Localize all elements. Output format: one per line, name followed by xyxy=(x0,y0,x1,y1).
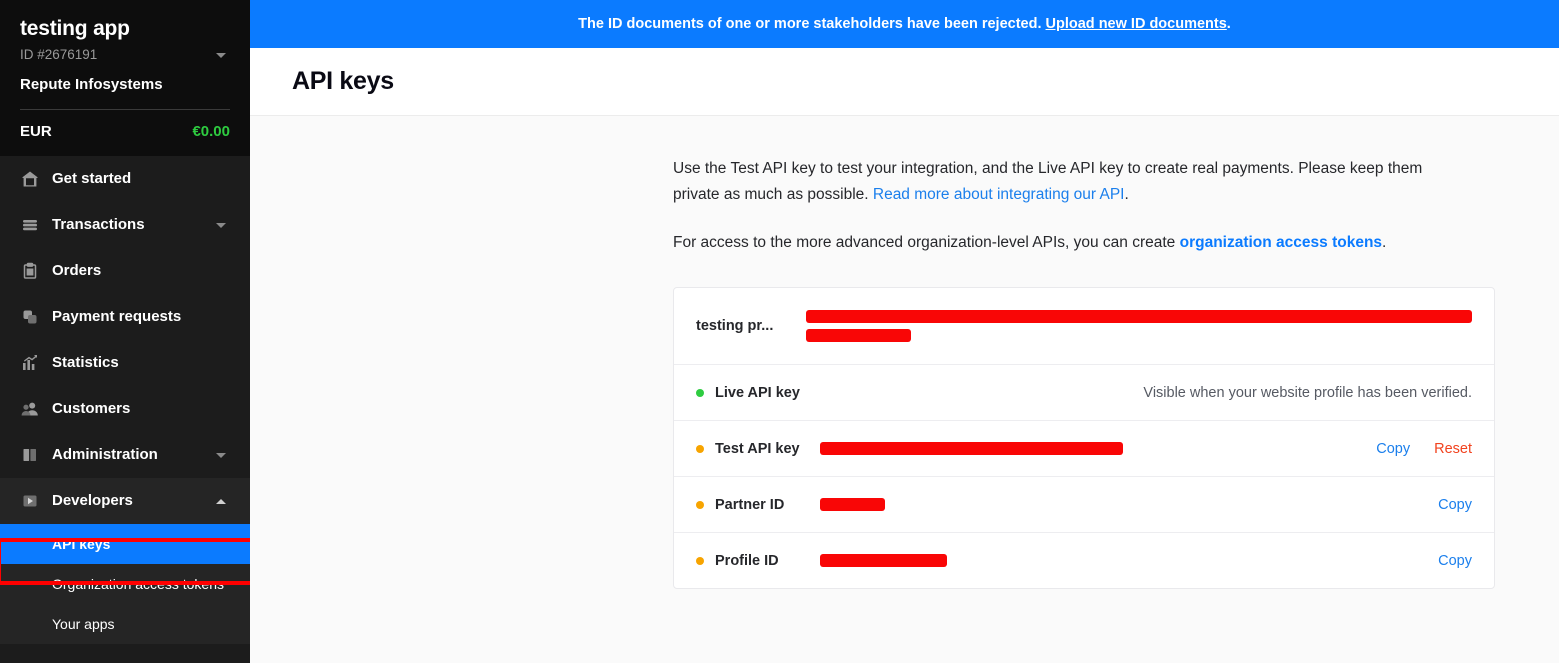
main-area: The ID documents of one or more stakehol… xyxy=(250,0,1559,663)
sidebar-item-transactions[interactable]: Transactions xyxy=(0,202,250,248)
balance-row: EUR €0.00 xyxy=(0,110,250,156)
bar-chart-icon xyxy=(20,353,40,373)
redaction-bar xyxy=(806,329,911,342)
redaction-bar xyxy=(806,310,1472,323)
profile-name: testing pr... xyxy=(696,318,774,334)
copy-button[interactable]: Copy xyxy=(1438,497,1472,513)
stack-icon xyxy=(20,215,40,235)
chevron-down-icon[interactable] xyxy=(216,52,226,58)
profile-row: testing pr... xyxy=(674,288,1494,364)
live-key-note: Visible when your website profile has be… xyxy=(1143,384,1472,401)
intro-text-2b: . xyxy=(1382,234,1387,251)
table-row-profile-id: Profile ID Copy xyxy=(674,532,1494,588)
chevron-up-icon[interactable] xyxy=(216,498,226,504)
reset-button[interactable]: Reset xyxy=(1434,441,1472,457)
people-icon xyxy=(20,399,40,419)
sidebar-item-api-keys[interactable]: API keys xyxy=(0,524,250,564)
sidebar-item-payment-requests[interactable]: Payment requests xyxy=(0,294,250,340)
sidebar-item-label: Get started xyxy=(52,170,132,187)
row-actions: Copy xyxy=(1438,553,1472,569)
row-label: Live API key xyxy=(715,384,800,401)
content-inner: Use the Test API key to test your integr… xyxy=(673,156,1495,589)
sidebar-subitem-label: Organization access tokens xyxy=(52,576,224,592)
table-row-partner-id: Partner ID Copy xyxy=(674,476,1494,532)
profile-redacted-value xyxy=(806,310,1472,342)
sidebar-item-label: Administration xyxy=(52,446,158,463)
sidebar-section-developers: Developers API keys Organization access … xyxy=(0,478,250,644)
status-dot-green xyxy=(696,388,704,397)
status-dot-amber xyxy=(696,556,704,565)
balance-amount: €0.00 xyxy=(192,123,230,140)
redaction-bar xyxy=(820,442,1123,455)
sidebar-item-label: Statistics xyxy=(52,354,119,371)
sidebar-item-customers[interactable]: Customers xyxy=(0,386,250,432)
balance-currency: EUR xyxy=(20,123,52,140)
clipboard-icon xyxy=(20,261,40,281)
sidebar-item-label: Orders xyxy=(52,262,102,279)
sidebar: testing app ID #2676191 Repute Infosyste… xyxy=(0,0,250,663)
chevron-down-icon[interactable] xyxy=(216,452,226,458)
status-dot-amber xyxy=(696,444,704,453)
api-keys-card: testing pr... Live API key Visible when … xyxy=(673,287,1495,589)
code-icon xyxy=(20,491,40,511)
sidebar-item-orders[interactable]: Orders xyxy=(0,248,250,294)
redaction-bar xyxy=(820,498,885,511)
intro-text-2a: For access to the more advanced organiza… xyxy=(673,234,1180,251)
book-icon xyxy=(20,445,40,465)
chevron-down-icon[interactable] xyxy=(216,222,226,228)
app-root: testing app ID #2676191 Repute Infosyste… xyxy=(0,0,1559,663)
organization-access-tokens-link[interactable]: organization access tokens xyxy=(1180,234,1382,251)
sidebar-item-your-apps[interactable]: Your apps xyxy=(0,604,250,644)
page-header: API keys xyxy=(250,48,1559,116)
sidebar-nav: Get started Transactions Orders Payment … xyxy=(0,156,250,644)
brand-id-row[interactable]: ID #2676191 xyxy=(20,46,230,64)
copy-button[interactable]: Copy xyxy=(1376,441,1410,457)
row-actions: Copy xyxy=(1438,497,1472,513)
sidebar-subitem-label: Your apps xyxy=(52,616,115,632)
intro-paragraph-2: For access to the more advanced organiza… xyxy=(673,230,1463,256)
page-content: Use the Test API key to test your integr… xyxy=(250,116,1559,663)
row-value xyxy=(820,554,1438,567)
table-row-live-api-key: Live API key Visible when your website p… xyxy=(674,364,1494,420)
row-actions: Copy Reset xyxy=(1376,441,1472,457)
page-title: API keys xyxy=(292,67,394,95)
banner-trailing: . xyxy=(1226,16,1231,32)
row-label: Partner ID xyxy=(715,496,785,513)
copy-button[interactable]: Copy xyxy=(1438,553,1472,569)
read-more-api-link[interactable]: Read more about integrating our API xyxy=(873,186,1125,203)
status-dot-amber xyxy=(696,500,704,509)
sidebar-item-administration[interactable]: Administration xyxy=(0,432,250,478)
sidebar-item-organization-access-tokens[interactable]: Organization access tokens xyxy=(0,564,250,604)
brand-block: testing app ID #2676191 Repute Infosyste… xyxy=(0,0,250,110)
organization-name: Repute Infosystems xyxy=(20,76,163,93)
home-icon xyxy=(20,169,40,189)
intro-paragraph-1: Use the Test API key to test your integr… xyxy=(673,156,1463,208)
row-label: Test API key xyxy=(715,440,800,457)
sidebar-subitem-label: API keys xyxy=(52,536,111,552)
sidebar-item-label: Developers xyxy=(52,492,133,509)
copy-icon xyxy=(20,307,40,327)
row-label: Profile ID xyxy=(715,552,779,569)
redaction-bar xyxy=(820,554,947,567)
sidebar-item-get-started[interactable]: Get started xyxy=(0,156,250,202)
banner-message: The ID documents of one or more stakehol… xyxy=(578,16,1042,32)
sidebar-item-statistics[interactable]: Statistics xyxy=(0,340,250,386)
brand-title: testing app xyxy=(20,17,130,40)
sidebar-item-developers[interactable]: Developers xyxy=(0,478,250,524)
row-value xyxy=(820,498,1438,511)
row-value xyxy=(820,442,1376,455)
notification-banner: The ID documents of one or more stakehol… xyxy=(250,0,1559,48)
intro-text-1b: . xyxy=(1124,186,1129,203)
sidebar-item-label: Payment requests xyxy=(52,308,182,325)
upload-id-documents-link[interactable]: Upload new ID documents xyxy=(1046,16,1227,32)
table-row-test-api-key: Test API key Copy Reset xyxy=(674,420,1494,476)
sidebar-item-label: Transactions xyxy=(52,216,145,233)
brand-id: ID #2676191 xyxy=(20,47,98,62)
sidebar-item-label: Customers xyxy=(52,400,131,417)
